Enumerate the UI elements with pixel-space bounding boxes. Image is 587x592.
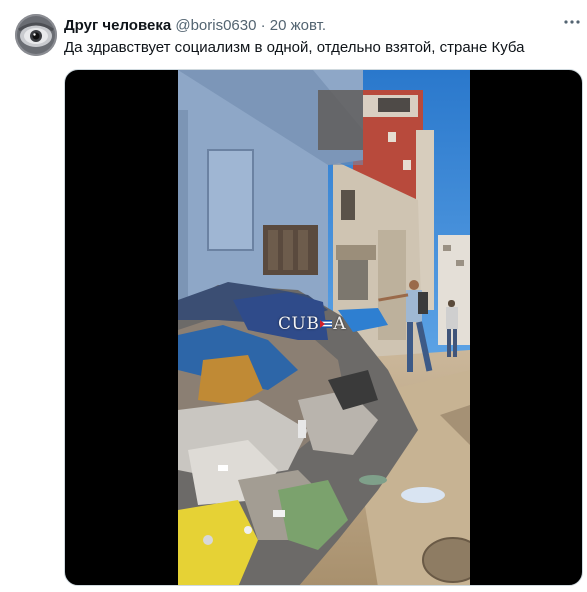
tweet-timestamp[interactable]: 20 жовт. (270, 17, 326, 34)
author-handle[interactable]: @boris0630 (175, 17, 256, 34)
video-player[interactable]: CUB A (64, 69, 583, 586)
more-options-button[interactable] (560, 10, 584, 34)
watermark-text-right: A (333, 314, 347, 334)
tweet-text: Да здравствует социализм в одной, отдель… (64, 39, 525, 56)
avatar[interactable] (15, 14, 57, 56)
video-watermark: CUB A (278, 314, 346, 334)
more-horizontal-icon (564, 20, 580, 24)
video-frame[interactable]: CUB A (178, 70, 470, 585)
author-name[interactable]: Друг человека (64, 17, 171, 34)
avatar-image (15, 14, 57, 56)
cuba-flag-icon (320, 320, 333, 328)
tweet-card[interactable]: Друг человека @boris0630 · 20 жовт. Да з… (0, 0, 587, 592)
meta-separator: · (260, 17, 266, 34)
tweet-header: Друг человека @boris0630 · 20 жовт. (64, 16, 326, 36)
watermark-text-left: CUB (278, 314, 320, 334)
